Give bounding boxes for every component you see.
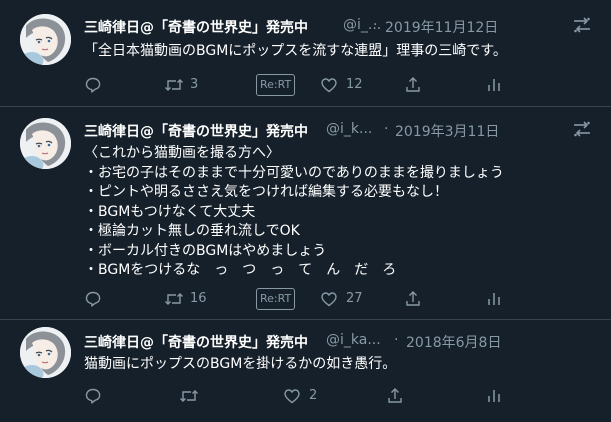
- handle[interactable]: @i_k...: [326, 121, 372, 137]
- retweet-icon: [179, 387, 199, 405]
- avatar[interactable]: [20, 327, 71, 378]
- timestamp[interactable]: 2019年11月12日: [385, 17, 498, 37]
- avatar[interactable]: [20, 118, 71, 169]
- like-count: 2: [309, 388, 318, 403]
- analytics-icon: [485, 387, 503, 405]
- share-icon: [404, 76, 422, 94]
- tweet[interactable]: 三崎律日@「奇書の世界史」発売中 @i_ka... · 2018年6月8日 猫動…: [0, 320, 611, 422]
- tweet-text: 〈これから猫動画を撮る方へ〉 ・お宅の子はそのままで十分可愛いのでありのままを撮…: [84, 145, 504, 278]
- tweet[interactable]: 三崎律日@「奇書の世界史」発売中 @i_k... · 2019年3月11日 〈こ…: [0, 107, 611, 320]
- reply-icon: [84, 387, 102, 405]
- heart-icon: [320, 290, 338, 308]
- like-count: 12: [346, 77, 363, 92]
- menu-icon[interactable]: [571, 14, 593, 36]
- reply-icon: [84, 290, 102, 308]
- retweet-count: 16: [190, 291, 207, 306]
- timestamp[interactable]: 2018年6月8日: [406, 332, 501, 352]
- display-name[interactable]: 三崎律日@「奇書の世界史」発売中: [84, 332, 308, 352]
- share-icon: [386, 387, 404, 405]
- reply-icon: [84, 76, 102, 94]
- handle[interactable]: @i_ka...: [326, 332, 381, 348]
- avatar[interactable]: [20, 14, 71, 65]
- retweet-icon: [164, 290, 184, 308]
- tweet-header: 三崎律日@「奇書の世界史」発売中 @i_k... · 2019年3月11日: [84, 121, 611, 143]
- tweet-text: 「全日本猫動画のBGMにポップスを流すな連盟」理事の三崎です。: [84, 43, 507, 59]
- retweet-icon: [164, 76, 184, 94]
- analytics-icon: [485, 290, 503, 308]
- heart-icon: [320, 76, 338, 94]
- tweet[interactable]: 三崎律日@「奇書の世界史」発売中 @i_... · 2019年11月12日 「全…: [0, 0, 611, 107]
- separator-dot: ·: [373, 17, 378, 33]
- tweet-header: 三崎律日@「奇書の世界史」発売中 @i_... · 2019年11月12日: [84, 17, 611, 39]
- rert-button[interactable]: Re:RT: [256, 74, 296, 96]
- heart-icon: [283, 387, 301, 405]
- retweet-count: 3: [190, 77, 199, 92]
- action-bar: 2: [84, 385, 611, 407]
- tweet-header: 三崎律日@「奇書の世界史」発売中 @i_ka... · 2018年6月8日: [84, 332, 611, 354]
- menu-icon[interactable]: [571, 118, 593, 140]
- tweet-text: 猫動画にポップスのBGMを掛けるかの如き愚行。: [84, 356, 397, 372]
- action-bar: 3 Re:RT 12: [84, 74, 611, 96]
- like-count: 27: [346, 291, 363, 306]
- separator-dot: ·: [384, 121, 389, 137]
- display-name[interactable]: 三崎律日@「奇書の世界史」発売中: [84, 17, 308, 37]
- separator-dot: ·: [394, 332, 399, 348]
- analytics-icon: [485, 76, 503, 94]
- action-bar: 16 Re:RT 27: [84, 288, 611, 310]
- rert-button[interactable]: Re:RT: [256, 288, 296, 310]
- display-name[interactable]: 三崎律日@「奇書の世界史」発売中: [84, 121, 308, 141]
- timestamp[interactable]: 2019年3月11日: [395, 121, 499, 141]
- share-icon: [404, 290, 422, 308]
